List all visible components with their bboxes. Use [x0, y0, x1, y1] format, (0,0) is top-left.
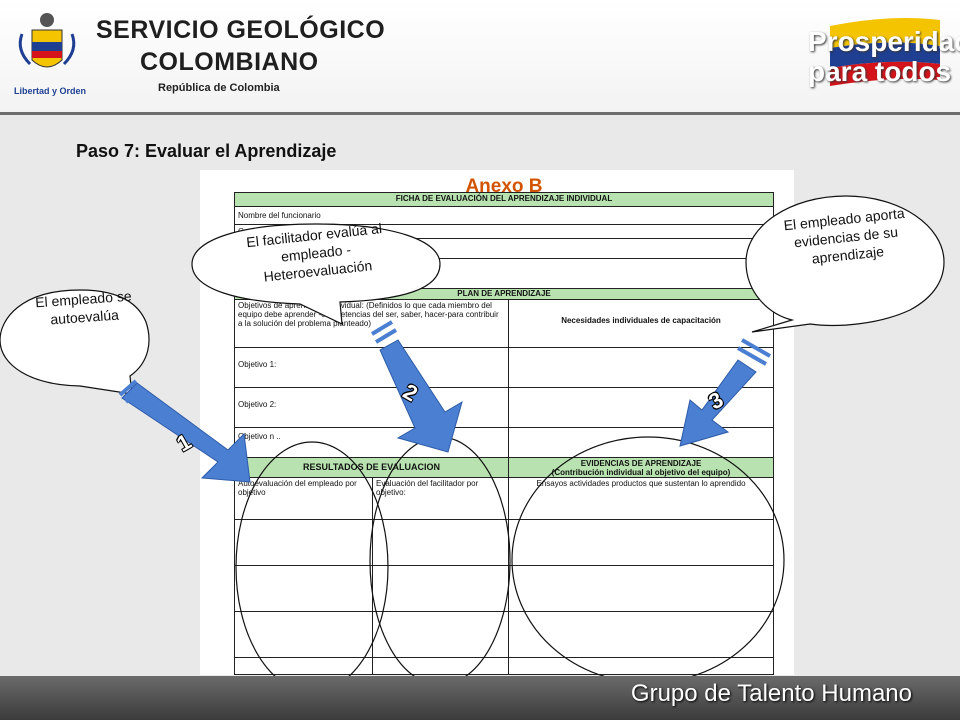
column-highlight-ellipse-1 — [235, 441, 389, 693]
callout-text-1: El empleado se autoevalúa — [34, 287, 133, 328]
arrow-3-icon — [679, 338, 771, 447]
footer-bar: Grupo de Talento Humano — [0, 676, 960, 720]
annotation-overlay — [0, 195, 945, 693]
column-highlight-ellipse-2 — [369, 436, 511, 686]
column-highlight-ellipse-3 — [511, 436, 785, 684]
footer-text: Grupo de Talento Humano — [630, 680, 912, 707]
